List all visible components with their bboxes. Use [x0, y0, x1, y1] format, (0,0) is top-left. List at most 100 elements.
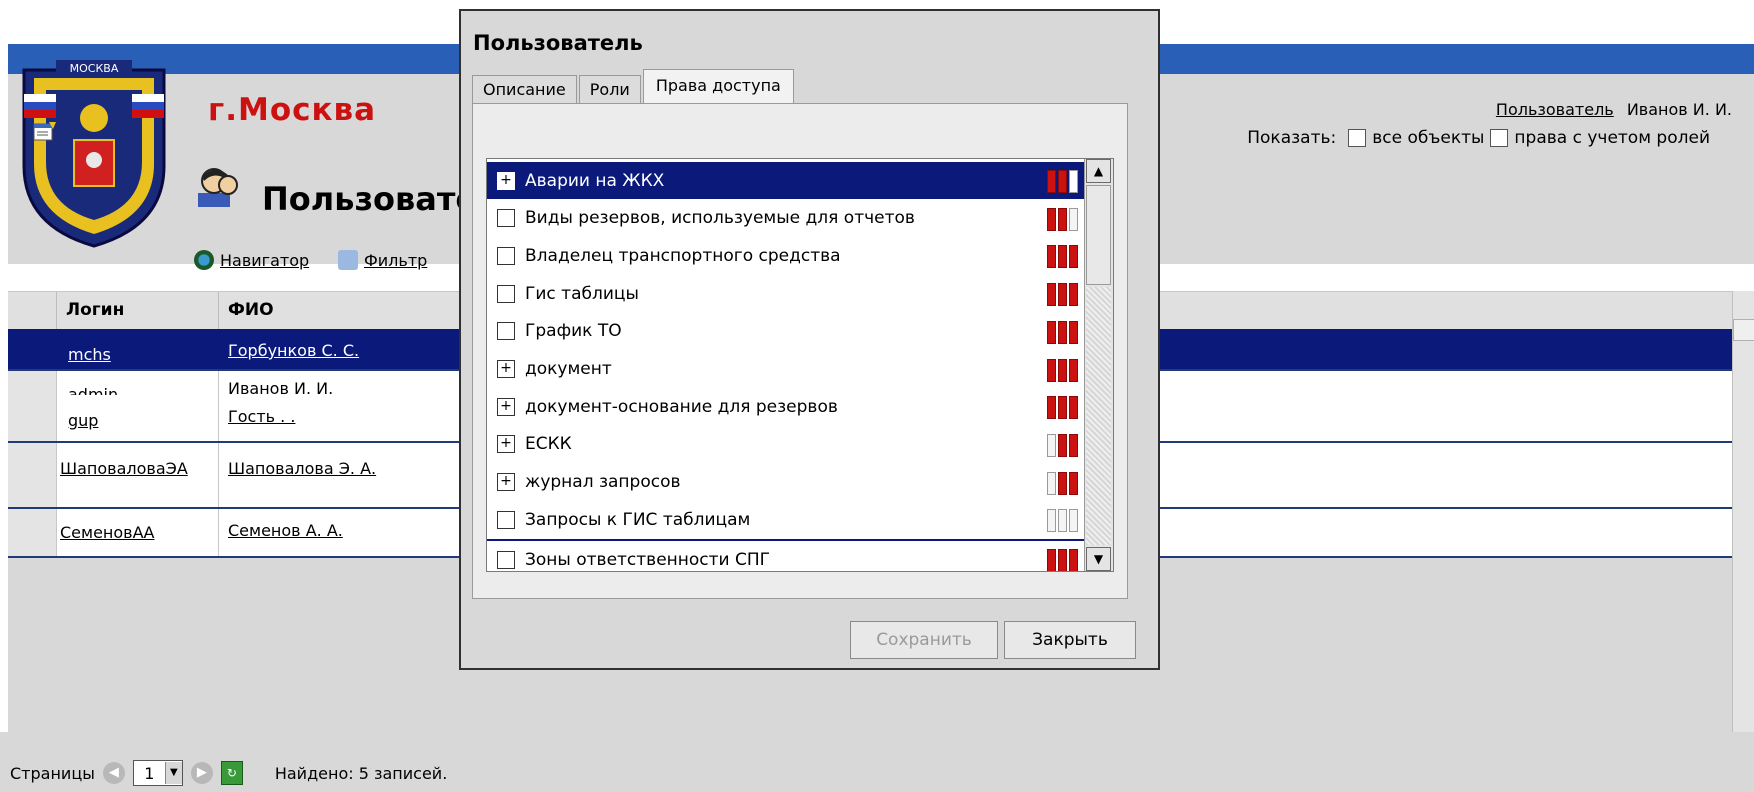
- close-button[interactable]: Закрыть: [1004, 621, 1136, 659]
- tab-access-rights[interactable]: Права доступа: [642, 69, 794, 104]
- save-button[interactable]: Сохранить: [850, 621, 998, 659]
- filter-icon: [338, 250, 358, 270]
- permission-bars-icon[interactable]: [1047, 207, 1078, 231]
- role-rights-label: права с учетом ролей: [1514, 128, 1710, 148]
- globe-icon: [194, 250, 214, 270]
- fio-link[interactable]: Семенов А. А.: [228, 521, 343, 540]
- grid-scrollbar[interactable]: [1732, 291, 1754, 732]
- item-label: Запросы к ГИС таблицам: [525, 509, 751, 530]
- row-selector[interactable]: [8, 395, 57, 441]
- list-item[interactable]: Владелец транспортного средства: [487, 237, 1086, 274]
- expand-icon[interactable]: +: [497, 397, 515, 416]
- all-objects-checkbox[interactable]: [1348, 129, 1367, 147]
- svg-text:МОСКВА: МОСКВА: [70, 62, 119, 75]
- list-item[interactable]: Виды резервов, используемые для отчетов: [487, 200, 1086, 237]
- properties-icon[interactable]: [33, 121, 57, 143]
- checkbox-icon[interactable]: [497, 550, 515, 569]
- login-link[interactable]: ШаповаловаЭА: [60, 459, 188, 478]
- item-label: документ: [525, 359, 612, 379]
- city-name: г.Москва: [208, 92, 377, 128]
- pages-label: Страницы: [10, 763, 95, 783]
- permission-bars-icon[interactable]: [1047, 549, 1078, 571]
- page-select[interactable]: 1 ▼: [132, 760, 183, 786]
- prev-page-icon[interactable]: ◀: [102, 762, 125, 784]
- list-item[interactable]: Зоны ответственности СПГ: [487, 539, 1086, 571]
- users-icon: [198, 168, 238, 207]
- list-item[interactable]: + документ: [487, 351, 1086, 388]
- checkbox-icon[interactable]: [497, 209, 515, 228]
- role-rights-checkbox[interactable]: [1490, 129, 1509, 147]
- objects-list[interactable]: Зоны ответственности СПГ Запросы к ГИС та…: [486, 158, 1114, 572]
- list-item[interactable]: Гис таблицы: [487, 275, 1086, 312]
- list-item[interactable]: Запросы к ГИС таблицам: [487, 501, 1086, 538]
- fio-link[interactable]: Гость . .: [228, 407, 295, 426]
- expand-icon[interactable]: +: [497, 435, 515, 454]
- page-select-value: 1: [144, 763, 155, 783]
- column-divider: [218, 509, 219, 556]
- checkbox-icon[interactable]: [497, 246, 515, 265]
- next-page-icon[interactable]: ▶: [190, 762, 213, 784]
- scroll-up-icon[interactable]: ▲: [1086, 159, 1111, 183]
- expand-icon[interactable]: +: [497, 360, 515, 378]
- login-link[interactable]: СеменовАА: [60, 523, 155, 542]
- column-divider: [218, 443, 219, 507]
- permission-bars-icon[interactable]: [1047, 471, 1078, 495]
- scroll-track[interactable]: [1086, 287, 1111, 545]
- dialog-tabs: Описание Роли Права доступа: [472, 69, 796, 104]
- row-selector[interactable]: [8, 509, 57, 556]
- permission-bars-icon[interactable]: [1047, 283, 1078, 307]
- row-selector[interactable]: [8, 329, 57, 369]
- list-item[interactable]: График ТО: [487, 313, 1086, 350]
- permission-bars-icon[interactable]: [1047, 396, 1078, 420]
- permission-bars-icon[interactable]: [1047, 433, 1078, 457]
- item-label: Гис таблицы: [525, 283, 639, 304]
- mchs-emblem-logo: МОСКВА: [22, 60, 166, 248]
- scroll-thumb[interactable]: [1086, 185, 1111, 285]
- records-found: Найдено: 5 записей.: [274, 763, 448, 783]
- user-link[interactable]: Пользователь: [1496, 100, 1614, 119]
- column-divider: [218, 395, 219, 441]
- checkbox-icon[interactable]: [497, 510, 515, 529]
- permission-bars-icon[interactable]: [1047, 358, 1078, 382]
- dialog-title: Пользователь: [473, 31, 643, 55]
- fio-link[interactable]: Горбунков С. С.: [228, 341, 359, 360]
- refresh-icon[interactable]: ↻: [220, 761, 243, 785]
- item-label: График ТО: [525, 321, 622, 342]
- checkbox-icon[interactable]: [497, 322, 515, 341]
- item-label: ЕСКК: [525, 434, 572, 455]
- expand-icon[interactable]: +: [497, 473, 515, 492]
- scroll-up-button[interactable]: [1733, 319, 1754, 341]
- tab-roles[interactable]: Роли: [578, 75, 641, 104]
- login-link[interactable]: mchs: [68, 345, 111, 364]
- list-item[interactable]: + документ-основание для резервов: [487, 388, 1086, 425]
- fio-link[interactable]: Шаповалова Э. А.: [228, 459, 376, 478]
- column-divider: [218, 292, 219, 329]
- list-scrollbar[interactable]: ▲ ▼: [1084, 159, 1113, 571]
- chevron-down-icon: ▼: [164, 762, 182, 784]
- show-options: Показать: все объекты права с учетом рол…: [1247, 128, 1710, 148]
- filter-button[interactable]: Фильтр: [338, 250, 427, 270]
- permission-bars-icon[interactable]: [1047, 320, 1078, 344]
- navigator-button[interactable]: Навигатор: [194, 250, 309, 270]
- list-item[interactable]: + ЕСКК: [487, 426, 1086, 463]
- item-label: Зоны ответственности СПГ: [525, 549, 771, 570]
- navigator-label: Навигатор: [220, 250, 310, 270]
- checkbox-icon[interactable]: [497, 284, 515, 303]
- filter-label: Фильтр: [364, 250, 428, 270]
- list-item[interactable]: + журнал запросов: [487, 464, 1086, 501]
- tab-description[interactable]: Описание: [472, 75, 577, 104]
- column-login[interactable]: Логин: [66, 300, 124, 320]
- expand-icon[interactable]: +: [497, 171, 515, 190]
- item-label: Владелец транспортного средства: [525, 245, 841, 266]
- show-label: Показать:: [1247, 128, 1337, 148]
- permission-bars-icon[interactable]: [1047, 509, 1078, 533]
- current-user: Пользователь Иванов И. И.: [1496, 100, 1732, 119]
- scroll-down-icon[interactable]: ▼: [1086, 547, 1111, 571]
- login-link[interactable]: gup: [68, 411, 98, 430]
- column-fio[interactable]: ФИО: [228, 300, 274, 320]
- row-selector[interactable]: [8, 443, 57, 507]
- item-label: документ-основание для резервов: [525, 396, 838, 417]
- list-item[interactable]: + Аварии на ЖКХ: [487, 162, 1086, 199]
- permission-bars-icon[interactable]: [1047, 245, 1078, 269]
- permission-bars-icon[interactable]: [1047, 170, 1078, 193]
